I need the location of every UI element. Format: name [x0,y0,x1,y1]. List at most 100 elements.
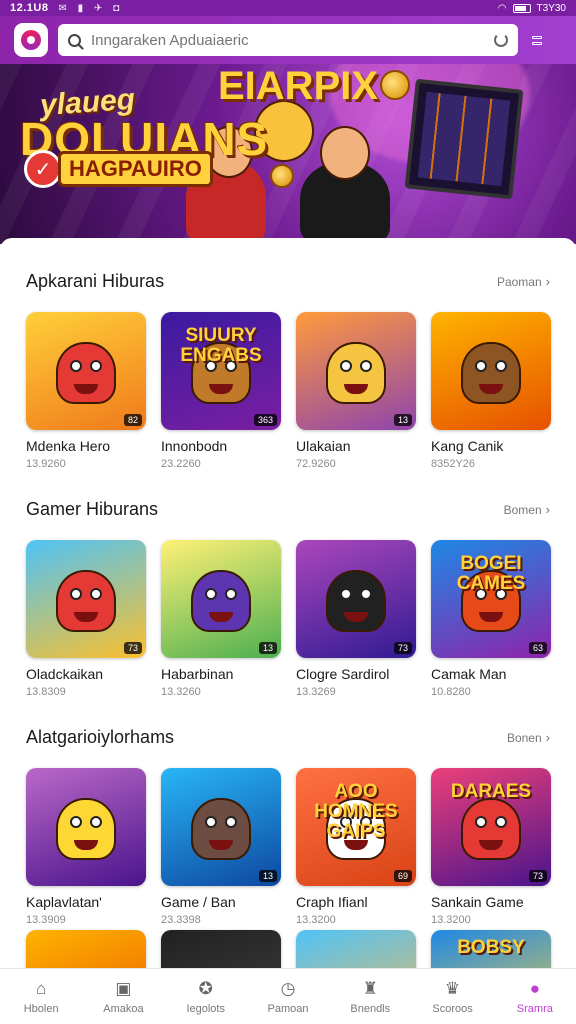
app-thumbnail: 13 [296,312,416,430]
app-thumbnail: 13 [161,768,281,886]
clock-icon: ◷ [280,979,296,998]
chevron-right-icon: › [545,273,550,289]
app-meta: 13.3200 [431,914,471,926]
nav-item[interactable]: ⌂ Hbolen [0,969,82,1024]
rating-badge: 363 [253,414,277,426]
chevron-right-icon: › [545,729,550,745]
thumbnail-title: BOGEI CAMES [456,553,526,594]
status-right: ◠ T3Y30 [498,3,566,14]
search-input[interactable] [91,31,481,49]
app-meta: 13.3200 [296,914,336,926]
promo-banner[interactable]: ylaueg DOLUIANS EIARPIX ✓ HAGPAUIRO [0,64,576,244]
rating-badge: 13 [258,642,277,654]
battery-icon [512,3,531,13]
status-time: 12.1U8 [10,2,49,14]
nav-item[interactable]: ▣ Amakoa [82,969,164,1024]
app-name: Kang Canik [431,438,504,454]
app-meta: 23.3398 [161,914,201,926]
see-more-link[interactable]: Bonen › [507,730,550,745]
section-title: Gamer Hiburans [26,498,159,519]
rating-badge: 13 [393,414,412,426]
app-thumbnail: DARAES 73 [431,768,551,886]
app-logo-icon[interactable] [14,23,48,57]
nav-item[interactable]: ✪ Iegolots [165,969,247,1024]
app-meta: 13.8309 [26,686,66,698]
app-meta: 23.2260 [161,458,201,470]
thumbnail-title: BOBSY [457,937,525,958]
app-card[interactable]: 13 Ulakaian 72.9260 [296,312,416,470]
status-bar: 12.1U8 ✉ ▮ ✈ ◘ ◠ T3Y30 [0,0,576,16]
app-card[interactable]: 82 Mdenka Hero 13.9260 [26,312,146,470]
app-name: Craph Ifianl [296,894,368,910]
rating-badge: 82 [123,414,142,426]
app-card[interactable]: BOGEI CAMES 63 Camak Man 10.8280 [431,540,551,698]
controller-icon: ✪ [198,979,213,998]
character-figure [461,342,521,404]
app-name: Kaplavlatan' [26,894,102,910]
app-thumbnail: 13 [161,540,281,658]
rating-badge: 69 [393,870,412,882]
character-figure [461,798,521,860]
app-name: Oladckaikan [26,666,104,682]
see-more-link[interactable]: Paoman › [497,274,550,289]
nav-item[interactable]: ◷ Pamoan [247,969,329,1024]
banner-title-right: EIARPIX [218,64,379,108]
app-meta: 13.3260 [161,686,201,698]
see-more-link[interactable]: Bomen › [504,502,550,517]
gift-icon: ♜ [362,979,378,998]
app-meta: 10.8280 [431,686,471,698]
coin-icon [270,164,294,188]
search-bar[interactable] [58,24,518,56]
rating-badge: 13 [258,870,277,882]
thumbnail-title: AOO HOMNES GAIPS [314,781,398,842]
coin-icon [380,70,410,100]
nav-item[interactable]: ♜ Bnendls [329,969,411,1024]
app-name: Game / Ban [161,894,236,910]
top-app-bar [0,16,576,64]
app-card[interactable]: 73 Oladckaikan 13.8309 [26,540,146,698]
app-card[interactable]: SIUURY ENGABS 363 Innonbodn 23.2260 [161,312,281,470]
character-figure [326,342,386,404]
app-card[interactable]: 73 Clogre Sardirol 13.3269 [296,540,416,698]
character-figure [191,798,251,860]
app-card[interactable]: 13 Habarbinan 13.3260 [161,540,281,698]
character-figure [191,570,251,632]
nav-item[interactable]: ♛ Scoroos [411,969,493,1024]
refresh-icon[interactable] [494,33,508,47]
app-thumbnail: 73 [296,540,416,658]
app-name: Camak Man [431,666,507,682]
trophy-icon: ♛ [444,979,461,998]
nav-label: Scoroos [432,1003,473,1015]
rating-badge: 73 [123,642,142,654]
chevron-right-icon: › [545,501,550,517]
section-header: Apkarani Hiburas Paoman › [26,268,550,294]
section-header: Gamer Hiburans Bomen › [26,496,550,522]
app-thumbnail [431,312,551,430]
app-card[interactable]: Kaplavlatan' 13.3909 [26,768,146,926]
app-card[interactable]: AOO HOMNES GAIPS 69 Craph Ifianl 13.3200 [296,768,416,926]
bottom-navigation: ⌂ Hbolen ▣ Amakoa ✪ Iegolots ◷ Pamoan ♜ Bnendls ♛ S… [0,968,576,1024]
wifi-icon: ◠ [497,2,507,14]
app-name: Mdenka Hero [26,438,111,454]
character-figure [326,570,386,632]
app-card[interactable]: 13 Game / Ban 23.3398 [161,768,281,926]
thumbnail-title: DARAES [450,781,532,802]
home-icon: ⌂ [36,979,47,998]
nav-label: Iegolots [186,1003,225,1015]
section-title: Apkarani Hiburas [26,270,165,291]
app-thumbnail: BOGEI CAMES 63 [431,540,551,658]
status-right-text: T3Y30 [536,2,566,14]
app-thumbnail: 73 [26,540,146,658]
app-meta: 13.3269 [296,686,336,698]
app-card[interactable]: Kang Canik 8352Y26 [431,312,551,470]
rating-badge: 63 [528,642,547,654]
banner-tag: ✓ HAGPAUIRO [24,150,213,188]
character-figure [56,798,116,860]
app-thumbnail [26,768,146,886]
app-card[interactable]: DARAES 73 Sankain Game 13.3200 [431,768,551,926]
overflow-menu-icon[interactable] [532,35,542,45]
app-thumbnail: AOO HOMNES GAIPS 69 [296,768,416,886]
nav-item[interactable]: ● Sramra [494,969,576,1024]
store-icon: ▣ [115,979,132,998]
app-thumbnail: SIUURY ENGABS 363 [161,312,281,430]
